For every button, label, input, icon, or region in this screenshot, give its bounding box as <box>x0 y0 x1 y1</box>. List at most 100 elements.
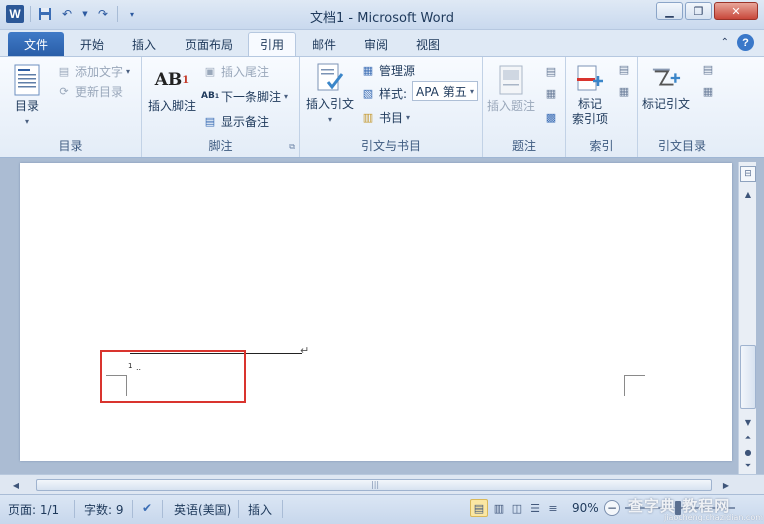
ruler-toggle-icon[interactable]: ⊟ <box>740 166 756 182</box>
next-footnote-icon: AB 1 <box>201 91 220 101</box>
scroll-left-icon[interactable]: ◀ <box>8 477 24 493</box>
insert-caption-label: 插入题注 <box>487 99 536 113</box>
insert-citation-dropdown-icon: ▾ <box>328 115 333 124</box>
word-count[interactable]: 字数: 9 <box>84 501 124 518</box>
mark-citation-icon <box>651 61 681 95</box>
next-page-icon[interactable]: ⏷ <box>740 458 756 474</box>
tab-insert[interactable]: 插入 <box>124 32 164 56</box>
add-text-icon: ▤ <box>58 64 70 78</box>
insert-endnote-icon: ▣ <box>204 64 216 78</box>
update-toc-label: 更新目录 <box>75 84 124 99</box>
tab-view[interactable]: 视图 <box>408 32 448 56</box>
full-screen-reading-icon[interactable]: ▥ <box>490 499 508 517</box>
zoom-out-icon[interactable]: − <box>604 500 620 516</box>
insert-footnote-icon: AB 1 <box>155 63 190 97</box>
mark-citation-button[interactable]: 标记引文 <box>642 61 690 112</box>
vertical-scroll-thumb[interactable] <box>740 345 756 409</box>
status-separator <box>162 500 163 518</box>
toc-dropdown-icon: ▾ <box>24 117 29 126</box>
update-table-icon[interactable]: ▦ <box>543 85 559 101</box>
insert-footnote-button[interactable]: AB 1 插入脚注 <box>148 63 196 114</box>
draft-view-icon[interactable]: ≡ <box>544 499 562 517</box>
window-title: 文档1 - Microsoft Word <box>310 11 454 26</box>
tab-mailings[interactable]: 邮件 <box>304 32 344 56</box>
update-toa-icon[interactable]: ▦ <box>700 83 716 99</box>
tab-file[interactable]: 文件 <box>8 32 64 56</box>
help-icon[interactable]: ? <box>737 34 754 51</box>
status-separator <box>132 500 133 518</box>
proofing-icon[interactable]: ✔ <box>142 501 152 515</box>
outline-view-icon[interactable]: ☰ <box>526 499 544 517</box>
group-footnotes: AB 1 插入脚注 ▣ 插入尾注 AB 1 下一条脚注 ▾ ▤ 显示备注 ⧉ 脚注 <box>142 57 300 157</box>
scroll-up-icon[interactable]: ▲ <box>740 186 756 202</box>
mark-entry-button[interactable]: 标记 索引项 <box>572 61 608 127</box>
ribbon-tabs: 文件 开始 插入 页面布局 引用 邮件 审阅 视图 ⌃ ? <box>0 30 764 56</box>
zoom-level[interactable]: 90% <box>572 501 599 515</box>
mark-entry-icon <box>575 61 605 95</box>
web-layout-icon[interactable]: ◫ <box>508 499 526 517</box>
add-text-label: 添加文字 <box>75 64 124 79</box>
style-selector-label-group: ▧ 样式: <box>360 83 407 103</box>
insert-caption-button[interactable]: 插入题注 <box>487 63 535 114</box>
group-captions: 插入题注 ▤ ▦ ▩ 题注 <box>483 57 566 157</box>
highlight-box <box>100 350 246 403</box>
tab-references[interactable]: 引用 <box>248 32 296 56</box>
group-label-toc: 目录 <box>58 139 83 153</box>
bibliography-button[interactable]: ▥ 书目 ▾ <box>360 107 410 127</box>
vertical-scrollbar[interactable]: ⊟ ▲ ▼ ⏶ ● ⏷ <box>738 162 756 474</box>
mark-citation-label: 标记引文 <box>642 97 691 111</box>
language-indicator[interactable]: 英语(美国) <box>174 501 231 518</box>
insert-citation-icon <box>315 61 345 95</box>
toc-icon <box>12 63 42 97</box>
insert-mode-indicator[interactable]: 插入 <box>248 501 272 518</box>
insert-footnote-label: 插入脚注 <box>148 99 197 113</box>
print-layout-view-icon[interactable]: ▤ <box>470 499 488 517</box>
insert-caption-icon <box>496 63 526 97</box>
close-icon[interactable]: ✕ <box>714 2 758 20</box>
group-label-captions: 题注 <box>511 139 536 153</box>
ribbon-right-controls: ⌃ ? <box>721 34 754 51</box>
insert-citation-label: 插入引文 <box>306 97 355 111</box>
ab-superscript: 1 <box>182 74 190 86</box>
group-toa: 标记引文 ▤ ▦ 引文目录 <box>638 57 726 157</box>
page-count[interactable]: 页面: 1/1 <box>8 501 59 518</box>
insert-endnote-button[interactable]: ▣ 插入尾注 <box>202 61 269 81</box>
margin-corner-right <box>624 375 645 396</box>
style-label: 样式: <box>379 86 408 101</box>
mark-entry-label-line1: 标记 <box>578 97 603 111</box>
document-page[interactable]: ↵ 1 .. <box>20 163 732 461</box>
update-index-icon[interactable]: ▦ <box>616 83 632 99</box>
add-text-button[interactable]: ▤ 添加文字 ▾ <box>56 61 130 81</box>
horizontal-scrollbar[interactable]: ◀ ||| ▶ <box>0 474 764 494</box>
next-footnote-label: 下一条脚注 <box>221 89 282 104</box>
tab-review[interactable]: 审阅 <box>356 32 396 56</box>
toc-button[interactable]: 目录 ▾ <box>12 63 42 129</box>
citation-style-dropdown-icon: ▾ <box>469 86 474 96</box>
horizontal-scroll-thumb[interactable]: ||| <box>36 479 712 491</box>
ribbon: 目录 ▾ ▤ 添加文字 ▾ ⟳ 更新目录 目录 AB 1 插入脚注 ▣ 插入尾注 … <box>0 56 764 158</box>
scroll-down-icon[interactable]: ▼ <box>740 414 756 430</box>
insert-table-of-figures-icon[interactable]: ▤ <box>543 63 559 79</box>
group-label-citations: 引文与书目 <box>360 139 421 153</box>
restore-icon[interactable]: ❐ <box>685 2 712 20</box>
status-separator <box>282 500 283 518</box>
insert-index-icon[interactable]: ▤ <box>616 61 632 77</box>
manage-sources-label: 管理源 <box>379 63 416 78</box>
tab-home[interactable]: 开始 <box>72 32 112 56</box>
manage-sources-icon: ▦ <box>362 63 374 77</box>
next-footnote-button[interactable]: AB 1 下一条脚注 ▾ <box>201 86 288 106</box>
show-notes-button[interactable]: ▤ 显示备注 <box>202 111 269 131</box>
update-toc-icon: ⟳ <box>59 84 69 98</box>
insert-toa-icon[interactable]: ▤ <box>700 61 716 77</box>
tab-page-layout[interactable]: 页面布局 <box>176 32 242 56</box>
cross-reference-icon[interactable]: ▩ <box>543 109 559 125</box>
insert-endnote-label: 插入尾注 <box>221 64 270 79</box>
citation-style-dropdown[interactable]: APA 第五 ▾ <box>412 81 478 101</box>
scroll-right-icon[interactable]: ▶ <box>718 477 734 493</box>
minimize-ribbon-icon[interactable]: ⌃ <box>721 37 729 48</box>
manage-sources-button[interactable]: ▦ 管理源 <box>360 60 415 80</box>
minimize-icon[interactable]: ▁ <box>656 2 683 20</box>
style-icon: ▧ <box>362 86 374 100</box>
update-toc-button[interactable]: ⟳ 更新目录 <box>56 81 123 101</box>
insert-citation-button[interactable]: 插入引文 ▾ <box>306 61 354 127</box>
